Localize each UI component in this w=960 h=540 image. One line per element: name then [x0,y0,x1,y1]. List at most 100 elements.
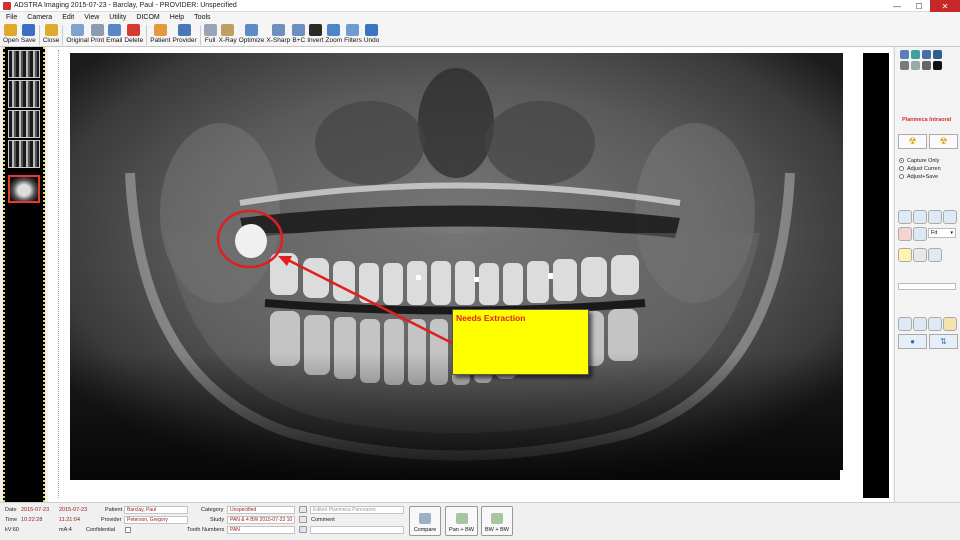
toolbar-delete-button[interactable]: Delete [124,23,143,47]
main-toolbar: Open Save Close Original Print Email Delete Pat… [0,23,960,47]
menu-utility[interactable]: Utility [109,14,126,21]
undo-panel-button[interactable] [898,317,912,331]
redo-rotate-button[interactable] [943,210,957,224]
toolbar-print-button[interactable]: Print [91,23,104,47]
toolbar-email-button[interactable]: Email [106,23,122,47]
menu-camera[interactable]: Camera [27,14,52,21]
thumbnail-strip[interactable] [3,47,45,502]
flip-horizontal-button[interactable] [913,210,927,224]
confidential-checkbox[interactable] [125,527,131,533]
globe-button[interactable]: ● [898,334,927,349]
toolbar-patient-button[interactable]: Patient [150,23,170,47]
fit-button[interactable] [913,227,927,241]
comment-field[interactable] [310,526,404,534]
crop-button[interactable] [898,227,912,241]
close-folder-icon [44,24,58,36]
radio-capture-only[interactable] [899,158,904,163]
measure-tool-icon[interactable] [911,50,920,59]
ruler-panel-button[interactable] [913,317,927,331]
provider-label: Provider [101,517,122,523]
toolbar-label: Delete [124,37,144,44]
toolbar-optimize-button[interactable]: Optimize [239,23,264,47]
toolbar-close-button[interactable]: Close [42,23,60,47]
brightness-contrast-icon [292,24,306,36]
toolbar-filters-button[interactable]: Filters [344,23,362,47]
toolbar-original-button[interactable]: Original [66,23,89,47]
window-title: ADSTRA Imaging 2015-07-23 - Barclay, Pau… [14,2,237,9]
category-field[interactable]: Unspecified [227,506,295,514]
toolbar-full-button[interactable]: Full [203,23,217,47]
thumbnail-panoramic-selected[interactable] [8,175,40,203]
menu-view[interactable]: View [84,14,99,21]
toolbar-label: X-Ray [218,37,237,44]
device-name-label: Planmeca Intraoral [902,117,952,123]
provider-icon [178,24,192,36]
minimize-button[interactable]: — [886,0,908,12]
study-edit-button[interactable] [299,516,307,523]
maximize-button[interactable]: ☐ [908,0,930,12]
transfer-button[interactable]: ⇅ [929,334,958,349]
patient-field[interactable]: Barclay, Paul [124,506,188,514]
brightness-button[interactable] [898,248,912,262]
histogram-panel-button[interactable] [943,317,957,331]
compare-button[interactable]: Compare [409,506,441,536]
toolbar-x-ray-button[interactable]: X-Ray [219,23,237,47]
radio-capture-only-label: Capture Only [907,158,940,164]
select-tool-icon[interactable] [900,61,909,70]
category-edit-button[interactable] [299,506,307,513]
angle-tool-icon[interactable] [922,50,931,59]
image-description-field[interactable]: Edited Planmeca Panoramic [310,506,404,514]
menu-tools[interactable]: Tools [194,14,210,21]
study-field[interactable]: PAN & 4 BW 2015-07-23 10 [227,516,295,524]
zoom-icon [327,24,341,36]
text-tool-icon[interactable] [922,61,931,70]
toolbar-b-c-button[interactable]: B+C [292,23,306,47]
toolbar-label: Close [42,37,60,44]
toolbar-provider-button[interactable]: Provider [172,23,197,47]
rotate-left-button[interactable] [898,210,912,224]
radio-adjust-save[interactable] [899,174,904,179]
menu-bar: File Camera Edit View Utility DICOM Help… [0,12,960,23]
thumbnail-bitewing-4[interactable] [8,140,40,168]
menu-help[interactable]: Help [170,14,184,21]
rotate-right-button[interactable] [928,210,942,224]
globe-icon: ● [910,337,915,346]
menu-edit[interactable]: Edit [62,14,74,21]
fill-tool-icon[interactable] [933,61,942,70]
toolbar-zoom-button[interactable]: Zoom [326,23,342,47]
transfer-icon: ⇅ [940,337,947,346]
contrast-button[interactable] [913,248,927,262]
thumbnail-bitewing-2[interactable] [8,80,40,108]
undo-icon [365,24,379,36]
radio-adjust-current[interactable] [899,166,904,171]
bw-bw-button[interactable]: BW + BW [481,506,513,536]
pan-bw-button[interactable]: Pan + BW [445,506,478,536]
toolbar-x-sharp-button[interactable]: X-Sharp [266,23,290,47]
category-label: Category [201,507,224,513]
toolbar-undo-button[interactable]: Undo [364,23,379,47]
zoom-fit-select[interactable]: Fit ▾ [928,228,956,238]
thumbnail-bitewing-3[interactable] [8,110,40,138]
annotate-tool-icon[interactable] [933,50,942,59]
toolbar-invert-button[interactable]: Invert [307,23,324,47]
menu-file[interactable]: File [6,14,17,21]
toolbar-save-button[interactable]: Save [21,23,36,47]
frame-panel-button[interactable] [928,317,942,331]
annotation-sticky-note[interactable]: Needs Extraction [452,309,589,375]
gamma-button[interactable] [928,248,942,262]
close-window-button[interactable]: ✕ [930,0,960,12]
pointer-tool-icon[interactable] [911,61,920,70]
menu-dicom[interactable]: DICOM [136,14,159,21]
tooth-numbers-field[interactable]: PAN [227,526,295,534]
thumbnail-bitewing-1[interactable] [8,50,40,78]
toolbar-label: Print [90,37,105,44]
tooth-chart-button[interactable] [299,526,307,533]
panoramic-xray-image[interactable] [70,53,843,480]
acquire-button[interactable]: ☢ [898,134,927,149]
slider-track[interactable] [898,283,956,290]
provider-field[interactable]: Peterson, Gregory [124,516,188,524]
pen-tool-icon[interactable] [900,50,909,59]
toolbar-open-button[interactable]: Open [3,23,19,47]
delete-x-icon [127,24,141,36]
acquire-settings-button[interactable]: ☢ [929,134,958,149]
